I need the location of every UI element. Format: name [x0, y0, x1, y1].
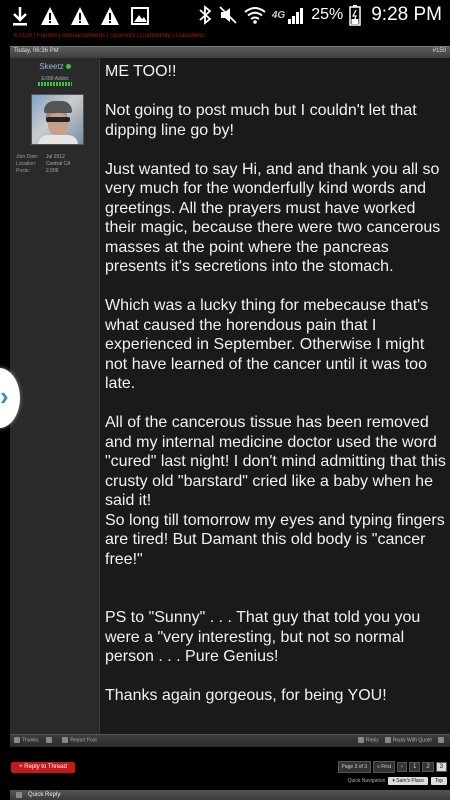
user-info-panel: Skeetz EX88 Addict Join Date: Jul 2012 L…: [10, 58, 100, 734]
pagination: Page 3 of 3 « First ‹ 1 2 3: [337, 761, 447, 773]
post-paragraph: ME TOO!!: [105, 63, 177, 80]
reply-with-quote-button[interactable]: Reply With Quote: [384, 737, 432, 744]
status-bar: 4G 25% 9:28 PM: [0, 0, 450, 33]
reply-label: Reply: [366, 737, 379, 744]
quote-icon: [384, 737, 391, 743]
notification-icons: [10, 5, 150, 27]
post-paragraph: Just wanted to say Hi, and and thank you…: [105, 160, 441, 276]
user-stat-row: Location: Central CA: [16, 161, 96, 168]
report-label: Report Post: [70, 737, 97, 744]
warning-icon: [41, 7, 59, 25]
post-paragraph: PS to "Sunny" . . . That guy that told y…: [105, 609, 421, 665]
reply-button[interactable]: Reply: [358, 737, 379, 743]
report-icon: [62, 737, 69, 743]
reputation-bar: [38, 82, 72, 86]
avatar-shirt: [38, 135, 78, 144]
page-link-1[interactable]: 1: [408, 762, 421, 772]
avatar[interactable]: [31, 94, 84, 145]
stat-value: 2,006: [46, 168, 59, 174]
quick-navigation: Quick Navigation ▾ Sam's Place Top: [348, 777, 447, 785]
quick-reply-bar[interactable]: Quick Reply: [10, 790, 450, 800]
gallery-icon: [131, 7, 149, 25]
stat-value: Jul 2012: [46, 154, 65, 160]
warning-icon: [71, 7, 89, 25]
post-paragraph: All of the cancerous tissue has been rem…: [105, 414, 446, 509]
quick-reply-label: Quick Reply: [28, 792, 61, 798]
post-paragraph: So long till tomorrow my eyes and typing…: [105, 511, 445, 568]
stat-value: Central CA: [46, 161, 71, 167]
report-post-button[interactable]: Report Post: [62, 737, 97, 744]
multiquote-button[interactable]: [46, 737, 54, 743]
user-stat-row: Posts: 2,006: [16, 168, 96, 175]
forum-nav-links[interactable]: EX100 | Forums | Announcements | Sponsor…: [14, 33, 450, 40]
multiquote-icon: [438, 737, 444, 743]
quick-navigation-label: Quick Navigation: [347, 778, 386, 784]
post-paragraph: Thanks again gorgeous, for being YOU!: [105, 687, 387, 704]
clock: 9:28 PM: [371, 4, 442, 25]
user-stats: Join Date: Jul 2012 Location: Central CA…: [16, 154, 96, 175]
collapse-icon[interactable]: [16, 792, 22, 798]
post-footer-right: Reply Reply With Quote: [358, 737, 446, 743]
chevron-right-icon: ›: [0, 381, 9, 411]
stat-label: Posts:: [16, 168, 30, 174]
avatar-hat: [44, 101, 72, 113]
user-stat-row: Join Date: Jul 2012: [16, 154, 96, 161]
username-link[interactable]: Skeetz: [39, 62, 63, 71]
reply-icon: [358, 737, 365, 743]
page-indicator[interactable]: Page 3 of 3: [337, 761, 372, 773]
online-status-icon: [65, 64, 71, 70]
wifi-icon: [244, 7, 266, 24]
page-link-current: 3: [435, 762, 447, 772]
thanks-button[interactable]: Thanks: [14, 737, 38, 743]
prev-page-link[interactable]: ‹: [396, 762, 407, 772]
username-row: Skeetz: [10, 62, 100, 71]
warning-icon: [101, 7, 119, 25]
stat-label: Location:: [16, 161, 37, 167]
post-content: ME TOO!! Not going to post much but I co…: [100, 58, 450, 734]
network-type: 4G: [271, 9, 286, 21]
post-message: ME TOO!! Not going to post much but I co…: [105, 62, 447, 725]
multiquote-toggle[interactable]: [438, 737, 446, 743]
reply-quote-label: Reply With Quote: [392, 737, 432, 744]
forum-jump-select[interactable]: ▾ Sam's Place: [388, 777, 428, 785]
post-footer-left: Thanks Report Post: [14, 737, 97, 743]
mute-icon: [219, 6, 237, 24]
thanks-label: Thanks: [22, 737, 39, 744]
first-page-link[interactable]: « First: [373, 761, 395, 773]
bluetooth-icon: [199, 5, 212, 25]
download-icon: [13, 7, 27, 26]
avatar-glasses: [46, 117, 70, 122]
top-button[interactable]: Top: [430, 777, 447, 785]
post-paragraph: Not going to post much but I couldn't le…: [105, 102, 417, 139]
battery-icon: [349, 5, 361, 26]
system-icons: 4G 25% 9:28 PM: [198, 4, 442, 26]
multiquote-icon: [46, 737, 53, 743]
page-link-2[interactable]: 2: [422, 762, 434, 772]
signal-icon: [288, 8, 304, 24]
reply-to-thread-button[interactable]: + Reply to Thread: [11, 762, 75, 773]
battery-percent: 25%: [311, 6, 344, 23]
post-footer: Thanks Report Post Reply Reply With Quot…: [10, 734, 450, 747]
post-paragraph: Which was a lucky thing for mebecause th…: [105, 297, 429, 392]
post-header: Today, 06:36 PM #150: [10, 46, 450, 58]
post-number[interactable]: #150: [433, 48, 446, 54]
post-date: Today, 06:36 PM: [14, 48, 59, 54]
thumbs-up-icon: [14, 737, 20, 743]
stat-label: Join Date:: [16, 154, 39, 160]
